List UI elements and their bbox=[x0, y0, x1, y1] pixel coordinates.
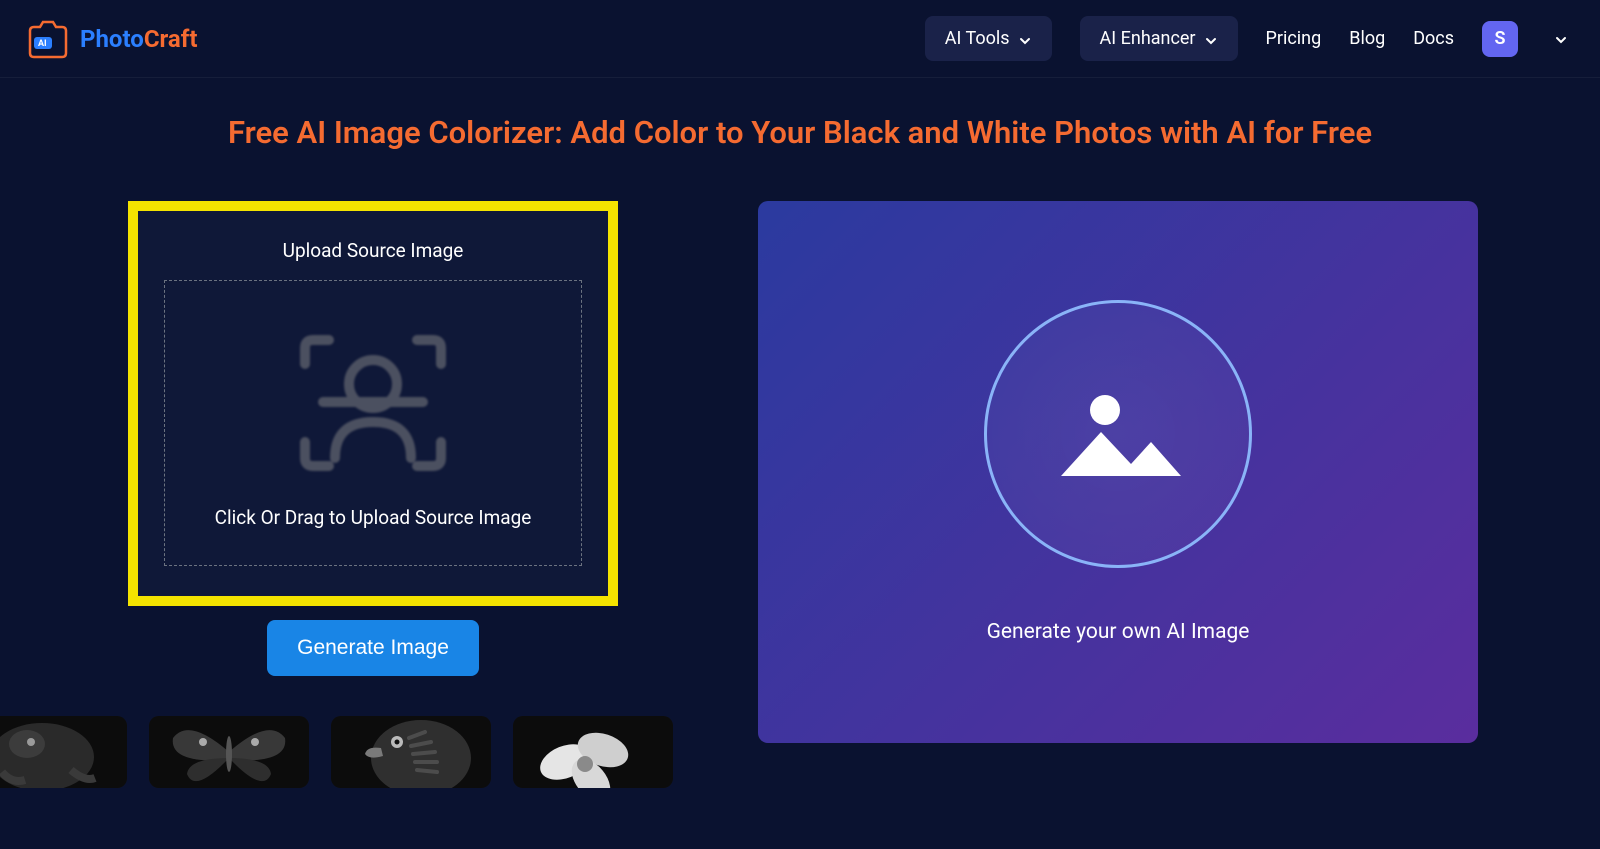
sample-thumbnails bbox=[0, 716, 673, 788]
preview-placeholder-circle bbox=[984, 300, 1252, 568]
nav-ai-tools-label: AI Tools bbox=[945, 28, 1010, 49]
image-placeholder-icon bbox=[1053, 384, 1183, 484]
preview-caption: Generate your own AI Image bbox=[987, 620, 1250, 644]
left-column: Upload Source Image Click Or Drag to Upl… bbox=[128, 201, 618, 788]
upload-box: Upload Source Image Click Or Drag to Upl… bbox=[128, 201, 618, 606]
nav-ai-enhancer-label: AI Enhancer bbox=[1100, 28, 1196, 49]
nav-ai-tools[interactable]: AI Tools bbox=[925, 16, 1052, 61]
nav-ai-enhancer[interactable]: AI Enhancer bbox=[1080, 16, 1238, 61]
main-content: Upload Source Image Click Or Drag to Upl… bbox=[0, 201, 1600, 788]
page-title: Free AI Image Colorizer: Add Color to Yo… bbox=[0, 114, 1600, 151]
thumbnail-eagle[interactable] bbox=[331, 716, 491, 788]
thumbnail-flower[interactable] bbox=[513, 716, 673, 788]
dropzone-text: Click Or Drag to Upload Source Image bbox=[215, 506, 532, 529]
thumbnail-butterfly[interactable] bbox=[149, 716, 309, 788]
avatar[interactable]: S bbox=[1482, 21, 1518, 57]
thumbnail-lizard[interactable] bbox=[0, 716, 127, 788]
upload-dropzone[interactable]: Click Or Drag to Upload Source Image bbox=[164, 280, 582, 566]
nav-pricing[interactable]: Pricing bbox=[1266, 28, 1322, 49]
preview-panel: Generate your own AI Image bbox=[758, 201, 1478, 743]
right-column: Generate your own AI Image bbox=[758, 201, 1478, 788]
avatar-menu-toggle[interactable] bbox=[1546, 32, 1576, 46]
nav: AI Tools AI Enhancer Pricing Blog Docs S bbox=[925, 16, 1576, 61]
header: AI PhotoCraft AI Tools AI Enhancer Prici… bbox=[0, 0, 1600, 78]
logo-text: PhotoCraft bbox=[80, 25, 197, 53]
svg-text:AI: AI bbox=[38, 39, 47, 49]
scan-person-icon bbox=[293, 318, 453, 478]
generate-button[interactable]: Generate Image bbox=[267, 620, 479, 676]
chevron-down-icon bbox=[1204, 32, 1218, 46]
nav-blog[interactable]: Blog bbox=[1349, 28, 1385, 49]
logo[interactable]: AI PhotoCraft bbox=[24, 19, 197, 59]
upload-title: Upload Source Image bbox=[283, 239, 464, 262]
nav-docs[interactable]: Docs bbox=[1413, 28, 1454, 49]
chevron-down-icon bbox=[1018, 32, 1032, 46]
chevron-down-icon bbox=[1554, 32, 1568, 46]
camera-logo-icon: AI bbox=[24, 19, 72, 59]
